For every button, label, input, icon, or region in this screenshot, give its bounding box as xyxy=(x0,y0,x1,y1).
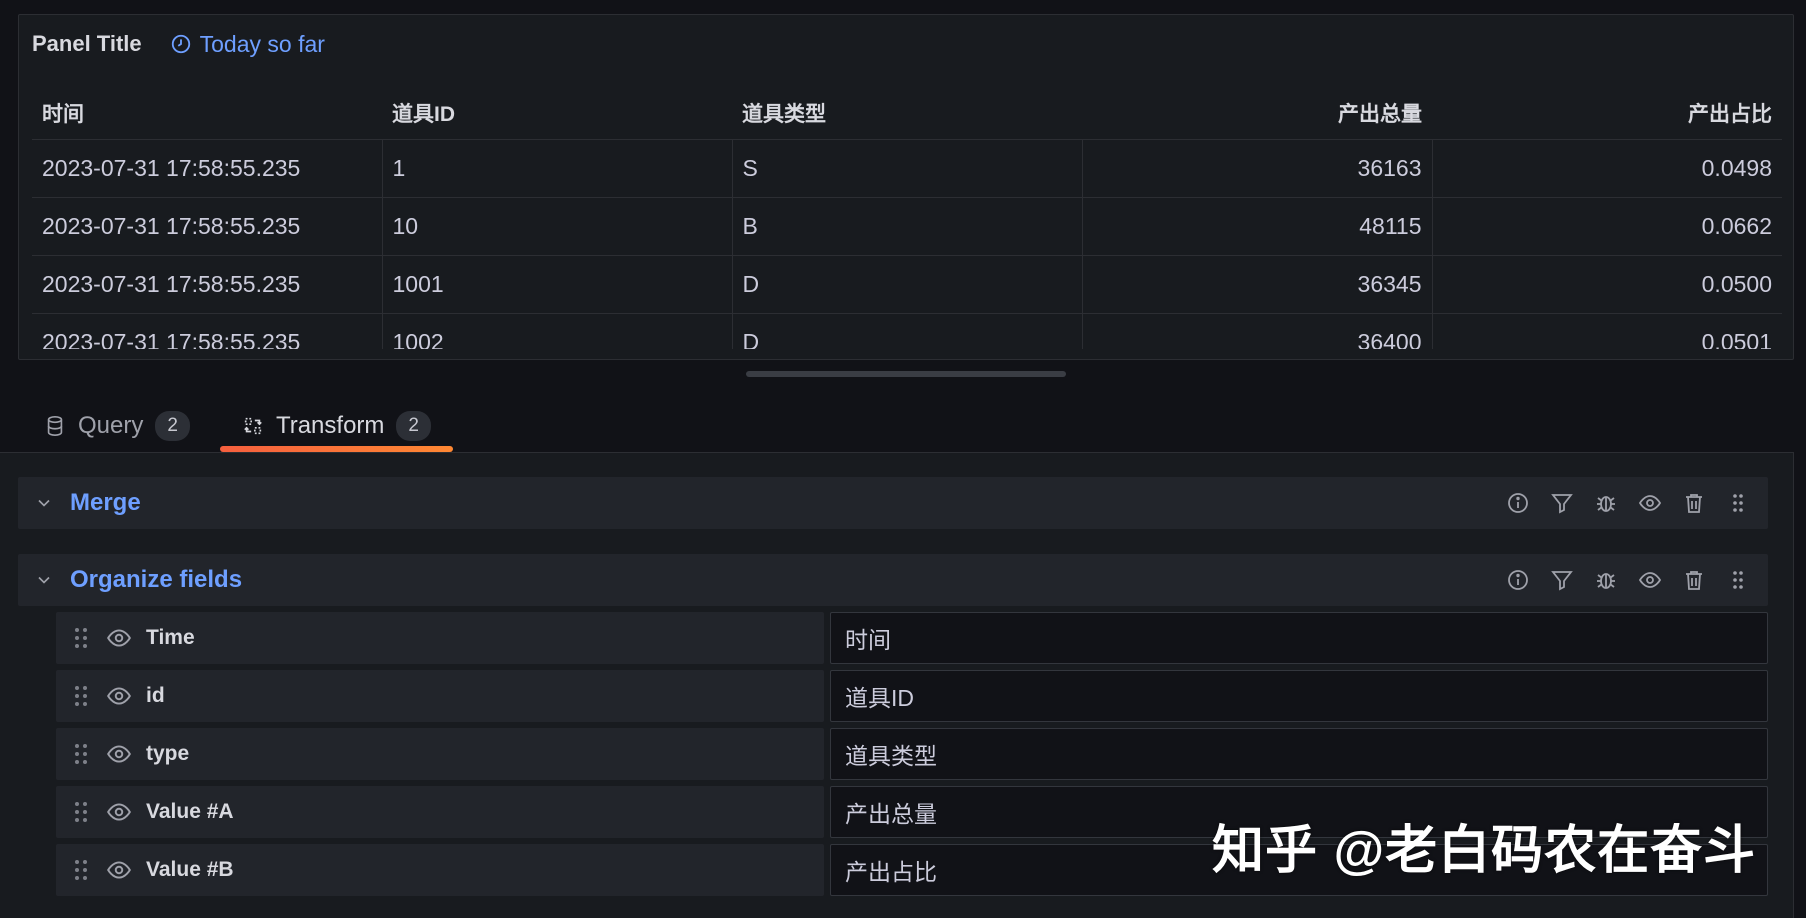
table-cell: 0.0500 xyxy=(1432,255,1782,314)
drag-handle-icon[interactable] xyxy=(1726,568,1750,592)
time-info[interactable]: Today so far xyxy=(170,31,325,58)
table-cell: 0.0662 xyxy=(1432,197,1782,256)
column-header[interactable]: 产出占比 xyxy=(1432,87,1782,140)
database-icon xyxy=(47,416,63,436)
panel-header: Panel Title Today so far xyxy=(32,29,325,59)
transform-icon xyxy=(244,417,262,435)
column-header[interactable]: 道具类型 xyxy=(732,87,1082,140)
transformation-actions xyxy=(1506,491,1768,515)
transformation-merge-header[interactable]: Merge xyxy=(18,477,1768,529)
drag-handle-icon[interactable] xyxy=(1726,491,1750,515)
data-table: 时间 道具ID 道具类型 产出总量 产出占比 2023-07-31 17:58:… xyxy=(32,87,1782,349)
bug-icon[interactable] xyxy=(1594,568,1618,592)
tab-query-label: Query xyxy=(78,412,144,439)
table-cell: 36345 xyxy=(1082,255,1433,314)
table-cell: 48115 xyxy=(1082,197,1433,256)
info-icon[interactable] xyxy=(1506,568,1530,592)
tab-transform-label: Transform xyxy=(275,412,385,439)
table-cell: 1 xyxy=(382,139,733,198)
query-count-badge: 2 xyxy=(155,411,190,441)
tab-transform[interactable]: Transform 2 xyxy=(216,400,457,452)
column-header[interactable]: 时间 xyxy=(32,87,382,140)
field-item[interactable]: id xyxy=(56,670,824,722)
table-cell: 2023-07-31 17:58:55.235 xyxy=(32,139,383,198)
transformation-actions xyxy=(1506,568,1768,592)
editor-tabs: Query 2 Transform 2 xyxy=(18,400,457,452)
table-row: 2023-07-31 17:58:55.235 1001 D 36345 0.0… xyxy=(32,255,1782,314)
field-item[interactable]: Time xyxy=(56,612,824,664)
table-cell: 2023-07-31 17:58:55.235 xyxy=(32,255,383,314)
table-row: 2023-07-31 17:58:55.235 1 S 36163 0.0498 xyxy=(32,139,1782,198)
transformation-name[interactable]: Merge xyxy=(70,489,141,517)
table-cell: D xyxy=(732,255,1083,314)
drag-handle-icon[interactable] xyxy=(72,742,90,766)
tab-query[interactable]: Query 2 xyxy=(18,400,216,452)
filter-icon[interactable] xyxy=(1550,491,1574,515)
panel: Panel Title Today so far 时间 道具ID 道具类型 产出… xyxy=(18,14,1794,360)
eye-icon[interactable] xyxy=(106,625,132,651)
trash-icon[interactable] xyxy=(1682,568,1706,592)
time-info-label: Today so far xyxy=(199,30,325,57)
panel-title[interactable]: Panel Title xyxy=(32,31,142,57)
table-cell: 2023-07-31 17:58:55.235 xyxy=(32,197,383,256)
table-cell: 1001 xyxy=(382,255,733,314)
table-cell: 36163 xyxy=(1082,139,1433,198)
table-cell: S xyxy=(732,139,1083,198)
table-cell: 36400 xyxy=(1082,313,1433,349)
transformation-name[interactable]: Organize fields xyxy=(70,566,242,594)
drag-handle-icon[interactable] xyxy=(72,858,90,882)
drag-handle-icon[interactable] xyxy=(72,684,90,708)
field-name: Value #A xyxy=(146,800,234,823)
organize-field-row: id xyxy=(56,670,1768,722)
field-rename-input[interactable] xyxy=(830,786,1768,838)
field-name: Time xyxy=(146,626,195,649)
transformation-organize-header[interactable]: Organize fields xyxy=(18,554,1768,606)
transform-count-badge: 2 xyxy=(396,411,431,441)
eye-icon[interactable] xyxy=(106,799,132,825)
field-rename-input[interactable] xyxy=(830,844,1768,896)
eye-icon[interactable] xyxy=(1638,568,1662,592)
table-cell: 0.0498 xyxy=(1432,139,1782,198)
table-cell: 10 xyxy=(382,197,733,256)
table-cell: 2023-07-31 17:58:55.235 xyxy=(32,313,383,349)
chevron-down-icon[interactable] xyxy=(34,570,54,590)
field-rename-input[interactable] xyxy=(830,670,1768,722)
table-cell: B xyxy=(732,197,1083,256)
field-name: type xyxy=(146,742,190,765)
organize-field-row: Value #B xyxy=(56,844,1768,896)
eye-icon[interactable] xyxy=(1638,491,1662,515)
table-header-row: 时间 道具ID 道具类型 产出总量 产出占比 xyxy=(32,87,1782,140)
table-cell: 1002 xyxy=(382,313,733,349)
bug-icon[interactable] xyxy=(1594,491,1618,515)
table-cell: D xyxy=(732,313,1083,349)
drag-handle-icon[interactable] xyxy=(72,626,90,650)
field-item[interactable]: Value #A xyxy=(56,786,824,838)
info-icon[interactable] xyxy=(1506,491,1530,515)
field-rename-input[interactable] xyxy=(830,728,1768,780)
organize-field-row: Time xyxy=(56,612,1768,664)
eye-icon[interactable] xyxy=(106,857,132,883)
clock-icon xyxy=(171,34,190,54)
table-row: 2023-07-31 17:58:55.235 10 B 48115 0.066… xyxy=(32,197,1782,256)
field-name: Value #B xyxy=(146,858,234,881)
drag-handle-icon[interactable] xyxy=(72,800,90,824)
organize-field-row: type xyxy=(56,728,1768,780)
trash-icon[interactable] xyxy=(1682,491,1706,515)
table-cell: 0.0501 xyxy=(1432,313,1782,349)
panel-resize-handle[interactable] xyxy=(746,371,1066,377)
field-item[interactable]: type xyxy=(56,728,824,780)
field-rename-input[interactable] xyxy=(830,612,1768,664)
field-item[interactable]: Value #B xyxy=(56,844,824,896)
column-header[interactable]: 产出总量 xyxy=(1082,87,1432,140)
organize-field-row: Value #A xyxy=(56,786,1768,838)
eye-icon[interactable] xyxy=(106,741,132,767)
eye-icon[interactable] xyxy=(106,683,132,709)
chevron-down-icon[interactable] xyxy=(34,493,54,513)
table-row: 2023-07-31 17:58:55.235 1002 D 36400 0.0… xyxy=(32,313,1782,349)
column-header[interactable]: 道具ID xyxy=(382,87,732,140)
field-name: id xyxy=(146,684,165,707)
filter-icon[interactable] xyxy=(1550,568,1574,592)
